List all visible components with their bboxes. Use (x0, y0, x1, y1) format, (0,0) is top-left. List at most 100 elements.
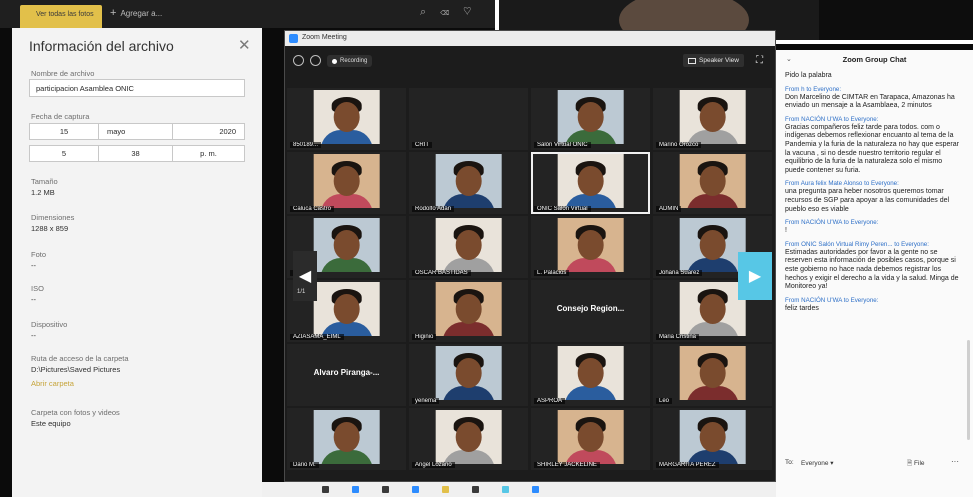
minute-field[interactable]: 38 (98, 145, 173, 162)
zoom-icon[interactable]: ⌕ (420, 6, 440, 18)
participant-tile[interactable]: Dario M. (287, 408, 406, 470)
participant-face (577, 166, 604, 196)
folder-label: Carpeta con fotos y videos (31, 408, 120, 417)
recording-label: Recording (340, 58, 368, 64)
participant-name: Dario M. (290, 462, 319, 468)
message-text: Estimadas autoridades por favor a la gen… (785, 248, 959, 291)
participant-tile[interactable]: ASPROA (531, 344, 650, 406)
participant-video (679, 90, 746, 144)
participant-tile[interactable]: Consejo Region... (531, 280, 650, 342)
participant-tile[interactable]: L. Palacios (531, 216, 650, 278)
participant-video (679, 282, 746, 336)
participant-tile[interactable]: CRIT (409, 88, 528, 150)
page-indicator: 1/1 (297, 289, 306, 295)
chat-message: From NACIÓN U'WA to Everyone: feliz tarde… (785, 297, 961, 314)
taskbar-app-icon[interactable] (412, 486, 419, 493)
chat-title: Zoom Group Chat (842, 55, 907, 64)
day-field[interactable]: 15 (29, 123, 99, 140)
chat-scrollbar[interactable] (967, 340, 970, 440)
taskbar-app-icon[interactable] (352, 486, 359, 493)
participant-video (557, 346, 624, 400)
participant-face (577, 230, 604, 260)
gallery-grid: 850189... CRIT Salón Virtual ONIC Marino Or… (287, 88, 774, 470)
open-folder-link[interactable]: Abrir carpeta (31, 379, 74, 388)
participant-tile[interactable]: Caluca Castro (287, 152, 406, 214)
participant-video (557, 90, 624, 144)
zoom-title-bar: Zoom Meeting (285, 31, 775, 46)
participant-face (455, 358, 482, 388)
ampm-field[interactable]: p. m. (172, 145, 245, 162)
participant-tile[interactable]: ADMIN (653, 152, 772, 214)
photo-value: -- (31, 261, 36, 270)
taskbar-app-icon[interactable] (502, 486, 509, 493)
participant-tile[interactable]: Salón Virtual ONIC (531, 88, 650, 150)
to-label: To: (785, 459, 794, 466)
delete-icon[interactable]: ⌫ (440, 6, 463, 18)
fullscreen-icon[interactable]: ⛶ (756, 55, 763, 66)
file-info-panel: Información del archivo ✕ Nombre de arch… (12, 28, 262, 497)
speaker-view-button[interactable]: Speaker View (683, 54, 744, 67)
participant-video (435, 346, 502, 400)
participant-name: Higinio (412, 334, 437, 340)
participant-tile[interactable]: ONIC Salón Virtual (531, 152, 650, 214)
next-page-button[interactable]: ▶ (738, 252, 772, 300)
size-label: Tamaño (31, 177, 58, 186)
hour-value: 5 (61, 149, 67, 158)
shield-icon[interactable] (310, 55, 321, 66)
folder-path-value: D:\Pictures\Saved Pictures (31, 365, 121, 374)
folder-value: Este equipo (31, 419, 71, 428)
participant-video (557, 154, 624, 208)
participant-tile[interactable]: MARGARITA PÉREZ (653, 408, 772, 470)
add-to-button[interactable]: + Agregar a... (110, 7, 162, 19)
filename-field[interactable]: participacion Asamblea ONIC (29, 79, 245, 97)
taskbar-app-icon[interactable] (472, 486, 479, 493)
message-text: ! (785, 227, 787, 235)
taskbar-app-icon[interactable] (532, 486, 539, 493)
participant-tile[interactable]: SHIRLEY JACKELINE (531, 408, 650, 470)
participant-tile[interactable]: Alvaro Piranga-... (287, 344, 406, 406)
taskbar-app-icon[interactable] (442, 486, 449, 493)
participant-tile[interactable]: 850189... (287, 88, 406, 150)
participant-face (577, 358, 604, 388)
participant-video (313, 282, 380, 336)
message-sender: From Aura felix Mate Alonso to Everyone: (785, 180, 899, 188)
taskbar-app-icon[interactable] (382, 486, 389, 493)
participant-tile[interactable]: OSCAR BASTIDAS (409, 216, 528, 278)
favorite-icon[interactable]: ♡ (463, 6, 485, 18)
month-field[interactable]: mayo (98, 123, 173, 140)
year-field[interactable]: 2020 (172, 123, 245, 140)
chat-message: From NACIÓN U'WA to Everyone: Gracias com… (785, 116, 961, 176)
participant-face (455, 230, 482, 260)
hour-field[interactable]: 5 (29, 145, 99, 162)
participant-face (699, 358, 726, 388)
participant-video (313, 218, 380, 272)
participant-tile[interactable]: Marino Orozco (653, 88, 772, 150)
participant-body (442, 386, 495, 400)
more-options-button[interactable]: ··· (951, 457, 959, 466)
participant-tile[interactable]: Higinio (409, 280, 528, 342)
participant-body (442, 322, 495, 336)
file-label: File (914, 460, 925, 467)
participant-face (577, 422, 604, 452)
zoom-logo-icon (289, 34, 298, 43)
photo-label: Foto (31, 250, 47, 259)
chevron-left-icon: ◀ (298, 268, 312, 285)
participant-name: Marino Orozco (656, 142, 702, 148)
zoom-window-title: Zoom Meeting (302, 34, 347, 41)
info-icon[interactable] (293, 55, 304, 66)
participant-video (557, 410, 624, 464)
participant-tile[interactable]: Leo (653, 344, 772, 406)
participant-name: AZIASAMA_EIML (290, 334, 344, 340)
participant-tile[interactable]: Rodolfo Adán (409, 152, 528, 214)
participant-tile[interactable]: yenema (409, 344, 528, 406)
participant-tile[interactable]: Ángel Lozano (409, 408, 528, 470)
file-button[interactable]: 🗎 File (907, 459, 925, 470)
chat-message: From Aura felix Mate Alonso to Everyone:… (785, 180, 961, 214)
close-icon[interactable]: ✕ (238, 36, 251, 54)
participant-body (320, 450, 373, 464)
recipient-select[interactable]: Everyone ▾ (801, 459, 834, 467)
message-sender: From NACIÓN U'WA to Everyone: (785, 219, 879, 227)
taskbar-app-icon[interactable] (322, 486, 329, 493)
participant-face (333, 294, 360, 324)
participant-video (435, 282, 502, 336)
